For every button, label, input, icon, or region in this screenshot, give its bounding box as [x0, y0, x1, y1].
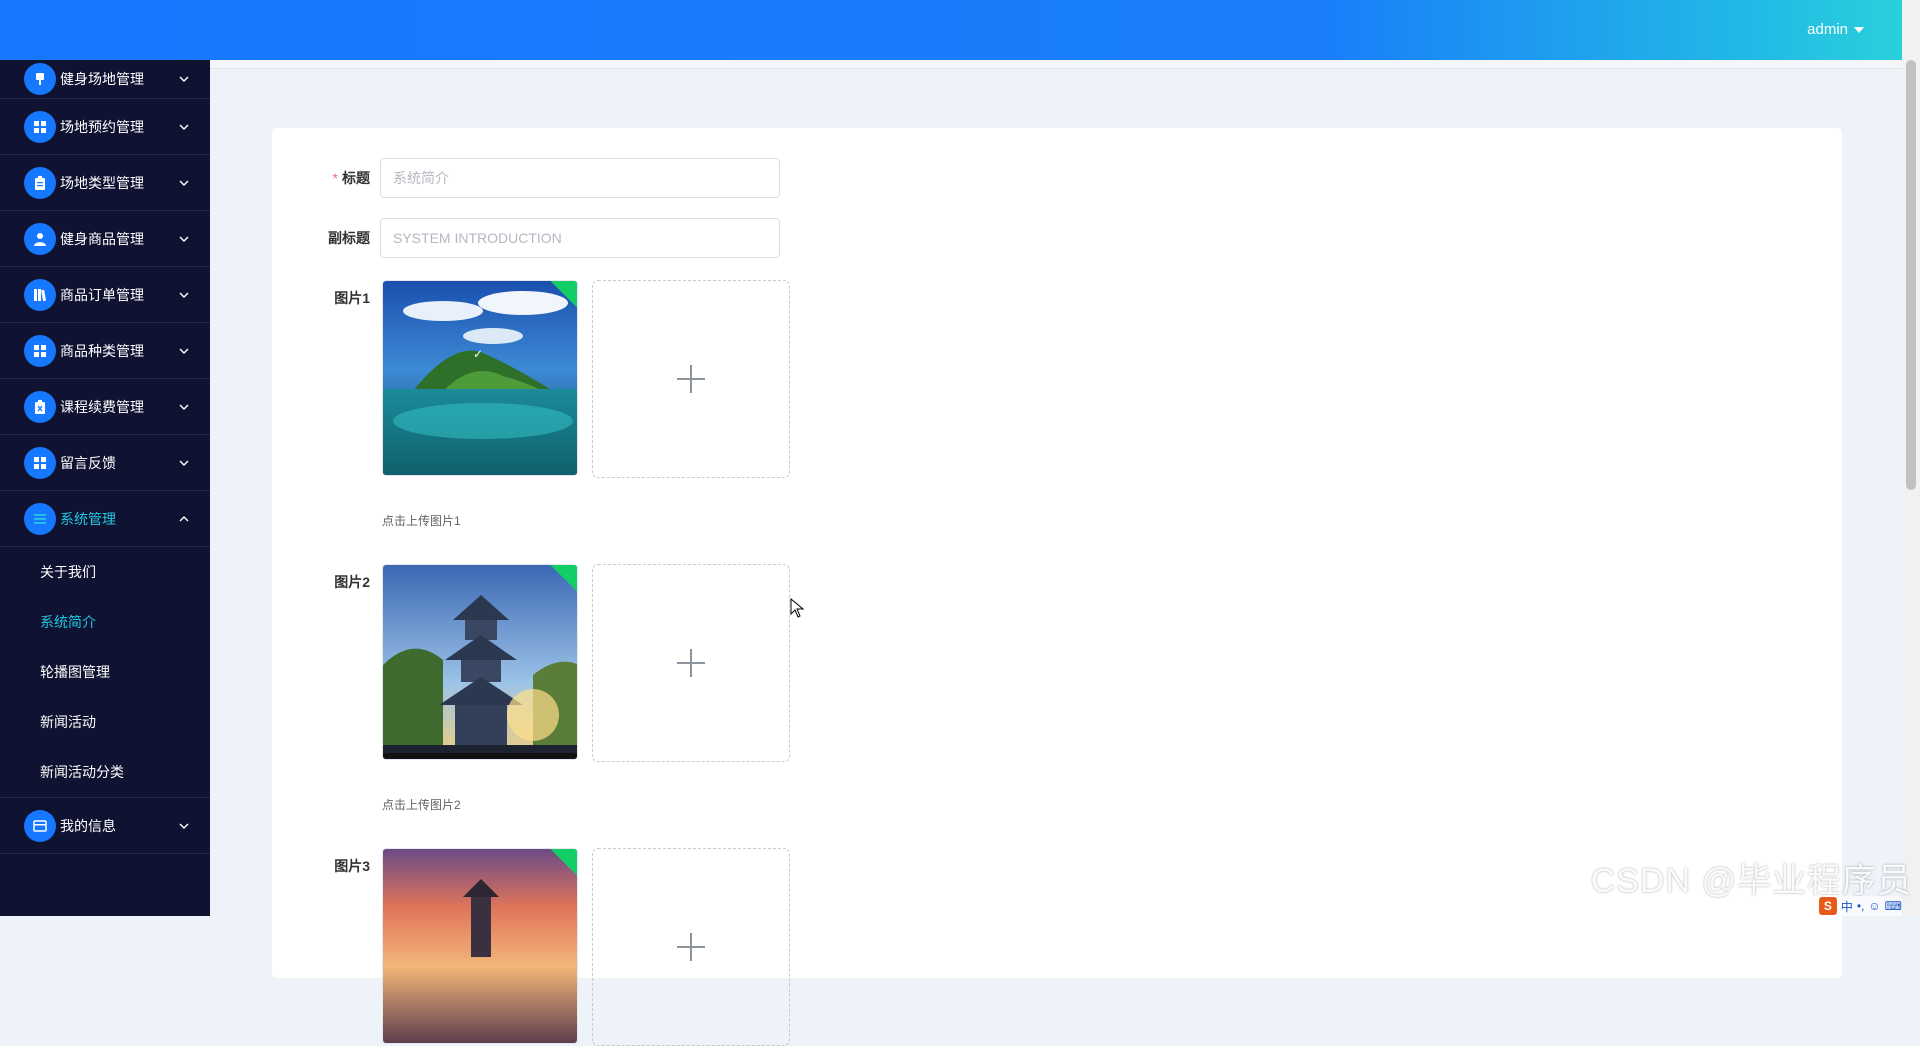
chevron-down-icon [179, 180, 189, 186]
scrollbar-thumb[interactable] [1906, 60, 1916, 490]
clipboard-icon [24, 166, 56, 199]
sidebar-item-my-info[interactable]: 我的信息 [0, 798, 210, 854]
grid-icon [24, 334, 56, 367]
grid-icon [24, 446, 56, 479]
subtitle-label: 副标题 [328, 230, 370, 246]
submenu-carousel[interactable]: 轮播图管理 [0, 647, 210, 697]
chevron-down-icon [179, 404, 189, 410]
list-icon [24, 502, 56, 535]
clipboard-x-icon [24, 390, 56, 423]
image3-upload-button[interactable] [592, 848, 790, 1046]
subtitle-row: 副标题 [272, 218, 780, 258]
sidebar-item-system[interactable]: 系统管理 [0, 491, 210, 547]
chevron-down-icon [179, 348, 189, 354]
subtitle-input[interactable] [380, 218, 780, 258]
tabs-strip [210, 60, 1902, 69]
chevron-down-icon [179, 823, 189, 829]
plus-icon [677, 365, 705, 393]
image1-tip: 点击上传图片1 [382, 514, 461, 528]
card-icon [24, 809, 56, 842]
submenu-news-category[interactable]: 新闻活动分类 [0, 747, 210, 797]
required-mark: * [332, 170, 338, 186]
watermark: CSDN @毕业程序员 [1590, 862, 1912, 900]
emoji-icon: ☺ [1868, 899, 1881, 913]
sidebar-item-renewal[interactable]: 课程续费管理 [0, 379, 210, 435]
ime-lang: 中 [1840, 899, 1853, 914]
sidebar-item-label: 商品订单管理 [60, 286, 144, 303]
sidebar-item-feedback[interactable]: 留言反馈 [0, 435, 210, 491]
sidebar-item-label: 系统管理 [60, 510, 116, 527]
sidebar-item-goods[interactable]: 健身商品管理 [0, 211, 210, 267]
chevron-down-icon [179, 76, 189, 82]
plus-icon [677, 933, 705, 961]
mouse-cursor-icon [790, 598, 804, 618]
title-label: * 标题 [332, 170, 370, 186]
sidebar: 健身场地管理 场地预约管理 场地类型管理 健身商品管理 商品订单管理 商品种类管 [0, 60, 210, 916]
system-submenu: 关于我们 系统简介 轮播图管理 新闻活动 新闻活动分类 [0, 547, 210, 798]
sidebar-item-label: 健身场地管理 [60, 71, 144, 87]
image3-thumbnail[interactable] [382, 848, 578, 1044]
sidebar-item-label: 商品种类管理 [60, 342, 144, 359]
image2-label: 图片2 [334, 574, 370, 590]
chevron-up-icon [179, 515, 189, 521]
sidebar-item-venue-type[interactable]: 场地类型管理 [0, 155, 210, 211]
submenu-intro[interactable]: 系统简介 [0, 597, 210, 647]
sidebar-item-booking[interactable]: 场地预约管理 [0, 99, 210, 155]
ime-punct: •, [1856, 899, 1865, 913]
title-input[interactable] [380, 158, 780, 198]
chevron-down-icon [179, 236, 189, 242]
chevron-down-icon [179, 124, 189, 130]
sidebar-item-venue[interactable]: 健身场地管理 [0, 60, 210, 99]
sogou-logo-icon: S [1818, 897, 1837, 915]
image2-tip: 点击上传图片2 [382, 798, 461, 812]
image2-upload-button[interactable] [592, 564, 790, 762]
sidebar-item-label: 场地类型管理 [60, 174, 144, 191]
submenu-about[interactable]: 关于我们 [0, 547, 210, 597]
user-menu[interactable]: admin [1807, 0, 1864, 60]
main-content: *标题 副标题 图片1 [210, 60, 1902, 1046]
title-row: * 标题 [272, 158, 780, 198]
caret-down-icon [1854, 27, 1864, 34]
chair-icon [24, 63, 56, 95]
sidebar-item-label: 场地预约管理 [60, 118, 144, 135]
plus-icon [677, 649, 705, 677]
chevron-down-icon [179, 292, 189, 298]
sidebar-item-label: 留言反馈 [60, 454, 116, 471]
submenu-news[interactable]: 新闻活动 [0, 697, 210, 747]
user-name: admin [1807, 21, 1848, 38]
sunset-image [383, 849, 577, 1043]
image1-thumbnail[interactable]: ✓ [382, 280, 578, 476]
ime-toolbar[interactable]: S 中 •, ☺ ⌨ [1818, 896, 1902, 916]
vertical-scrollbar[interactable] [1902, 0, 1920, 916]
top-header: admin [0, 0, 1902, 60]
grid-icon [24, 110, 56, 143]
sidebar-item-label: 课程续费管理 [60, 398, 144, 415]
chevron-down-icon [179, 460, 189, 466]
sidebar-item-label: 健身商品管理 [60, 230, 144, 247]
pagoda-image [383, 565, 577, 759]
user-icon [24, 222, 56, 255]
sidebar-item-label: 我的信息 [60, 817, 116, 834]
image2-thumbnail[interactable] [382, 564, 578, 760]
books-icon [24, 278, 56, 311]
check-icon: ✓ [473, 347, 484, 361]
form-card: *标题 副标题 图片1 [272, 128, 1842, 1046]
sidebar-item-category[interactable]: 商品种类管理 [0, 323, 210, 379]
image3-label: 图片3 [334, 858, 370, 874]
image1-upload-button[interactable] [592, 280, 790, 478]
island-image [383, 281, 577, 475]
sidebar-item-orders[interactable]: 商品订单管理 [0, 267, 210, 323]
keyboard-icon: ⌨ [1884, 899, 1902, 913]
image1-label: 图片1 [334, 290, 370, 306]
